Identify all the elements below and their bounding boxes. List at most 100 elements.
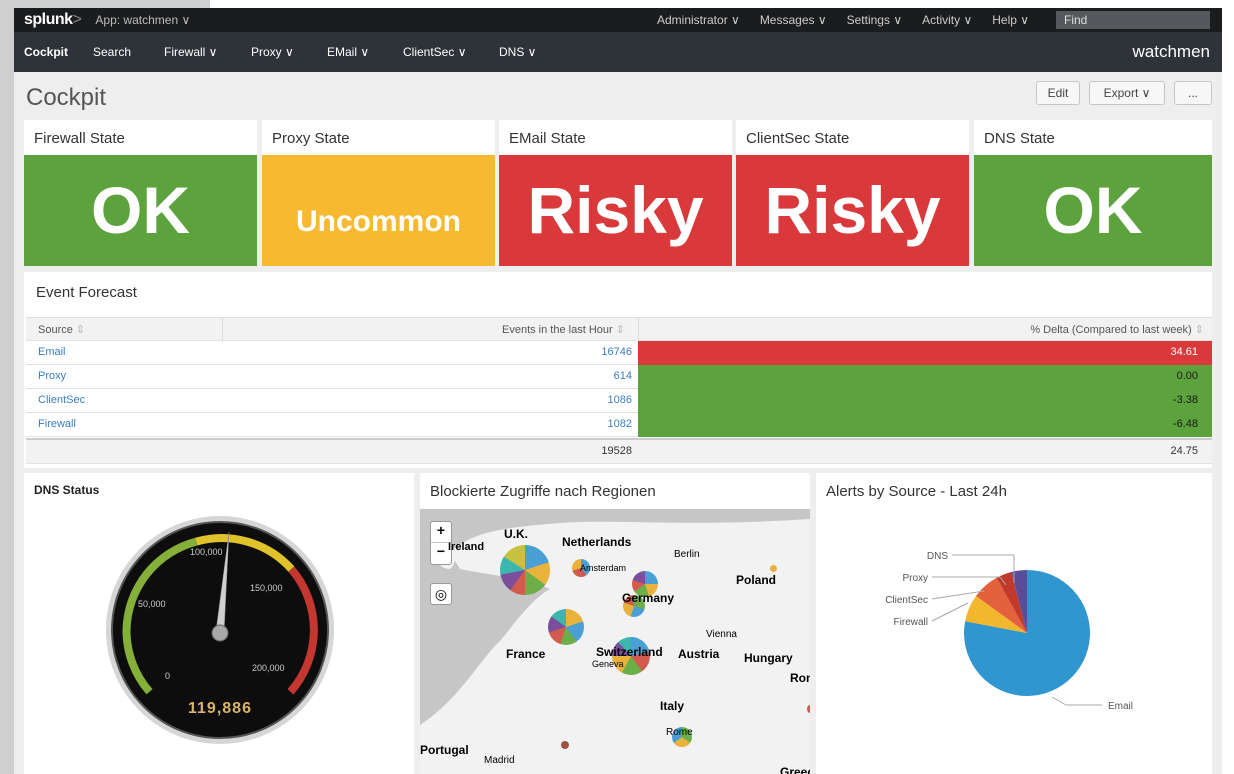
table-row: Email 16746 34.61 [26,341,1212,365]
alerts-panel: Alerts by Source - Last 24h DNS Proxy Cl… [816,473,1212,774]
map-label: Rom [790,671,810,685]
system-bar: splunk> App: watchmen ∨ Administrator ∨ … [14,8,1222,32]
map-label: Greece [780,765,810,774]
tick-label: 150,000 [250,583,283,593]
panel-title: EMail State [509,130,586,147]
proxy-state-panel: Proxy State Uncommon [262,120,495,266]
nav-dns[interactable]: DNS ∨ [499,45,536,59]
nav-email[interactable]: EMail ∨ [327,45,369,59]
map-marker[interactable] [500,545,550,595]
activity-menu[interactable]: Activity ∨ [922,13,972,27]
map-label: Ireland [448,541,485,553]
map-label: Vienna [706,629,737,640]
delta-bar [638,365,1212,389]
nav-clientsec[interactable]: ClientSec ∨ [403,45,466,59]
export-button[interactable]: Export ∨ [1089,81,1165,105]
table-header: Source ⇕ Events in the last Hour ⇕ % Del… [26,317,1212,342]
tick-label: 100,000 [190,547,223,557]
pie-label: Firewall [894,617,928,628]
map-label: Berlin [674,549,700,560]
edit-button[interactable]: Edit [1036,81,1080,105]
source-link[interactable]: Email [38,346,66,358]
table-row: Firewall 1082 -6.48 [26,413,1212,437]
source-link[interactable]: Proxy [38,370,66,382]
clientsec-state-panel: ClientSec State Risky [736,120,969,266]
map-label: Italy [660,699,685,713]
tick-label: 50,000 [138,599,166,609]
events-value[interactable]: 614 [426,370,632,382]
panel-title: Proxy State [272,130,350,147]
nav-search[interactable]: Search [93,45,131,59]
map-marker[interactable] [548,609,584,645]
source-link[interactable]: Firewall [38,418,76,430]
map-label: Portugal [420,743,469,757]
map-label: Geneva [592,659,624,669]
panel-title: Blockierte Zugriffe nach Regionen [430,483,656,500]
nav-cockpit[interactable]: Cockpit [24,45,68,59]
map-marker[interactable] [770,565,777,572]
map-label: France [506,647,546,661]
administrator-menu[interactable]: Administrator ∨ [657,13,740,27]
left-margin [0,0,14,774]
events-value[interactable]: 1086 [426,394,632,406]
locate-icon: ◎ [434,586,448,602]
pie-label: Proxy [902,573,928,584]
delta-bar [638,413,1212,437]
events-value[interactable]: 1082 [426,418,632,430]
pie-label: Email [1108,701,1133,712]
table-total-row: 19528 24.75 [26,438,1212,464]
delta-value: -6.48 [1172,418,1198,430]
col-source[interactable]: Source ⇕ [38,323,85,336]
app-title: watchmen [1132,42,1210,61]
pie-label: ClientSec [885,595,928,606]
source-link[interactable]: ClientSec [38,394,85,406]
map-label: Switzerland [596,645,663,659]
events-value[interactable]: 16746 [426,346,632,358]
region-map[interactable]: + − ◎ U.K. Ireland Netherlands Berlin Am… [420,509,810,774]
delta-bar [638,341,1212,365]
divider [222,318,223,342]
nav-proxy[interactable]: Proxy ∨ [251,45,294,59]
zoom-in-button[interactable]: + [431,522,451,543]
total-delta: 24.75 [1170,445,1198,457]
delta-value: 34.61 [1170,346,1198,358]
total-events: 19528 [601,445,632,457]
state-value: OK [24,155,257,266]
state-value: OK [974,155,1212,266]
splunk-logo[interactable]: splunk> [24,11,82,29]
settings-menu[interactable]: Settings ∨ [847,13,902,27]
sort-icon: ⇕ [75,324,86,336]
more-button[interactable]: ... [1174,81,1212,105]
sort-icon: ⇕ [615,324,625,336]
panel-title: Firewall State [34,130,125,147]
messages-menu[interactable]: Messages ∨ [760,13,827,27]
system-menu: Administrator ∨ Messages ∨ Settings ∨ Ac… [657,8,1049,32]
map-marker[interactable] [807,705,810,713]
state-value: Risky [736,155,969,266]
col-delta[interactable]: % Delta (Compared to last week) ⇕ [1030,323,1204,336]
map-label: Hungary [744,651,793,665]
delta-value: -3.38 [1172,394,1198,406]
panel-title: ClientSec State [746,130,850,147]
app-navbar: Cockpit Search Firewall ∨ Proxy ∨ EMail … [14,32,1222,72]
nav-firewall[interactable]: Firewall ∨ [164,45,217,59]
map-marker[interactable] [561,741,569,749]
find-input[interactable]: Find [1056,11,1210,29]
map-label: Germany [622,591,675,605]
alerts-pie-chart: DNS Proxy ClientSec Firewall Email [885,551,1133,712]
map-label: Netherlands [562,535,632,549]
email-state-panel: EMail State Risky [499,120,732,266]
help-menu[interactable]: Help ∨ [992,13,1029,27]
dns-gauge: 0 50,000 100,000 150,000 200,000 119,886 [106,516,334,744]
gauge-value: 119,886 [188,700,252,717]
panel-title: DNS State [984,130,1055,147]
map-label: Rome [666,727,693,738]
locate-button[interactable]: ◎ [430,583,452,605]
app-selector[interactable]: App: watchmen ∨ [95,13,190,27]
pie-label: DNS [927,551,948,562]
map-panel: Blockierte Zugriffe nach Regionen + − ◎ [420,473,810,774]
map-label: Austria [678,647,720,661]
map-label: Madrid [484,755,515,766]
col-events[interactable]: Events in the last Hour ⇕ [502,323,625,336]
firewall-state-panel: Firewall State OK [24,120,257,266]
